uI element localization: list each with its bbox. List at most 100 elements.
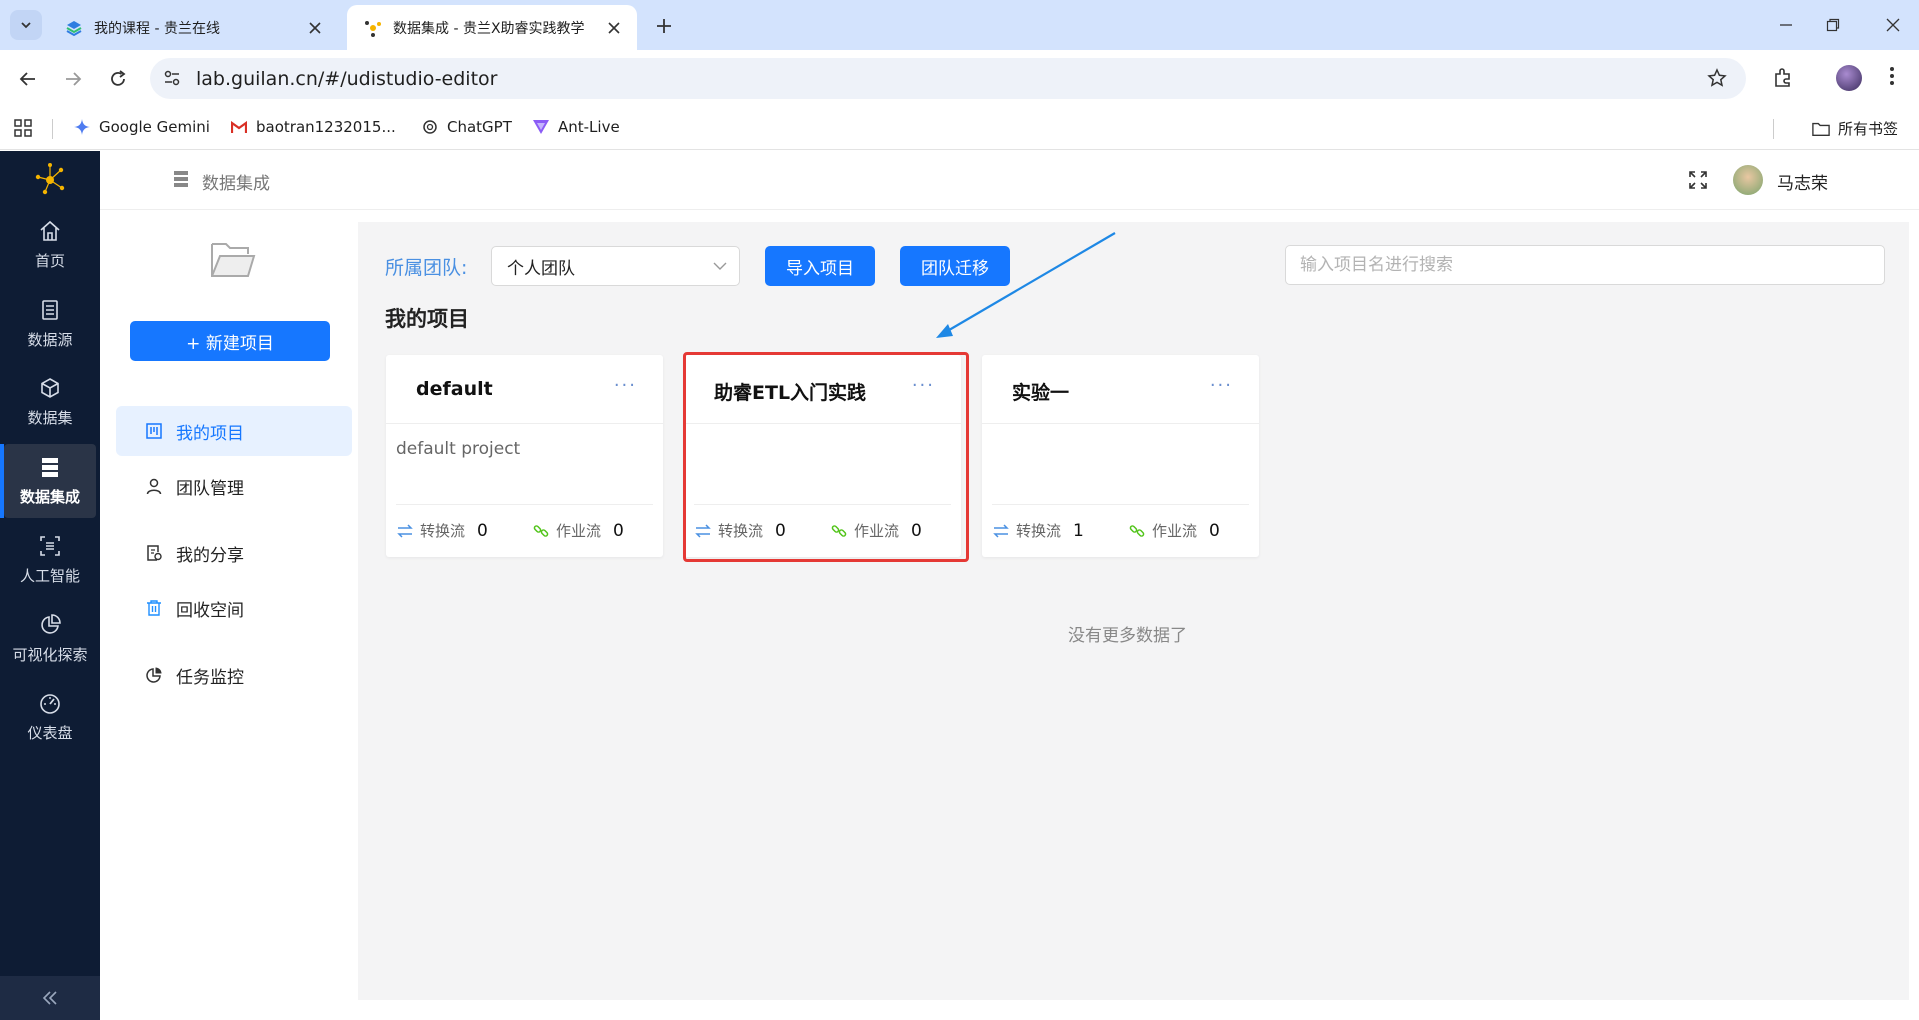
divider (386, 423, 663, 424)
tab-data-integration[interactable]: 数据集成 - 贵兰X助睿实践教学 (347, 5, 637, 50)
extensions-icon[interactable] (1772, 67, 1794, 89)
chart-pie-icon (38, 613, 62, 637)
site-info-icon[interactable] (163, 69, 181, 87)
all-bookmarks-label: 所有书签 (1838, 120, 1899, 138)
minimize-button[interactable] (1766, 10, 1806, 40)
search-input[interactable] (1285, 245, 1885, 285)
all-bookmarks[interactable]: 所有书签 (1812, 118, 1898, 139)
stat-label: 作业流 (556, 522, 602, 540)
swap-icon (992, 522, 1010, 540)
app-header: 数据集成 马志荣 (100, 151, 1919, 210)
divider (396, 504, 653, 505)
menu-item-recycle-bin[interactable]: 回收空间 (116, 583, 352, 633)
project-card-experiment-1[interactable]: 实验一 ··· 转换流 1 作业流 0 (982, 355, 1259, 557)
apps-grid-icon[interactable] (14, 119, 32, 137)
cube-icon (38, 376, 62, 400)
sidebar-item-label: 仪表盘 (27, 724, 73, 742)
menu-item-my-shares[interactable]: 我的分享 (116, 528, 352, 578)
bookmarks-bar: Google Gemini baotran1232015... ChatGPT … (0, 107, 1919, 150)
arrow-right-icon (66, 72, 82, 86)
dashboard-icon (38, 691, 62, 715)
sidebar-collapse-button[interactable] (0, 976, 100, 1020)
sidebar-item-data-integration[interactable]: 数据集成 (0, 444, 96, 518)
sidebar-item-ai[interactable]: 人工智能 (4, 523, 96, 597)
forward-button[interactable] (56, 62, 90, 96)
home-icon (38, 219, 62, 243)
more-horizontal-icon[interactable]: ··· (614, 375, 637, 396)
stat-label: 转换流 (420, 522, 466, 540)
bookmark-ant-live[interactable]: Ant-Live (532, 118, 620, 136)
transform-stat: 转换流 1 (992, 520, 1084, 541)
divider (982, 423, 1259, 424)
url-text[interactable]: lab.guilan.cn/#/udistudio-editor (196, 68, 497, 90)
bookmark-gmail[interactable]: baotran1232015... (230, 118, 396, 136)
chevron-down-icon (713, 262, 727, 270)
sidebar-item-label: 数据源 (27, 331, 73, 349)
menu-item-team-management[interactable]: 团队管理 (116, 461, 352, 511)
close-icon[interactable] (304, 17, 326, 39)
new-tab-button[interactable] (650, 12, 678, 40)
sidebar-item-dataset[interactable]: 数据集 (4, 365, 96, 439)
team-select-value: 个人团队 (507, 258, 575, 279)
trash-icon (145, 599, 163, 617)
bookmark-star-icon[interactable] (1707, 68, 1727, 88)
sidebar-item-home[interactable]: 首页 (4, 208, 96, 282)
close-icon (1886, 18, 1900, 32)
menu-item-task-monitor[interactable]: 任务监控 (116, 650, 352, 700)
stat-value: 1 (1073, 520, 1084, 541)
folder-open-icon (210, 238, 256, 278)
fullscreen-icon[interactable] (1689, 171, 1707, 189)
user-icon (145, 477, 163, 495)
project-name: default (416, 378, 493, 400)
import-project-button[interactable]: 导入项目 (765, 246, 875, 286)
profile-avatar[interactable] (1836, 65, 1862, 91)
menu-item-my-projects[interactable]: 我的项目 (116, 406, 352, 456)
reload-button[interactable] (101, 62, 135, 96)
sidebar-item-label: 数据集 (27, 409, 73, 427)
team-select[interactable]: 个人团队 (491, 246, 740, 286)
tab-my-courses[interactable]: 我的课程 - 贵兰在线 (48, 5, 338, 50)
highlight-box (683, 352, 969, 562)
back-button[interactable] (11, 62, 45, 96)
sidebar-item-label: 可视化探索 (12, 646, 88, 664)
app-sidebar: 首页 数据源 数据集 数据集成 人工智能 可视化探索 仪表盘 (0, 151, 100, 1020)
project-description: default project (396, 439, 521, 459)
sidebar-item-label: 首页 (34, 252, 65, 270)
user-name[interactable]: 马志荣 (1777, 169, 1828, 194)
project-name: 实验一 (1012, 382, 1070, 404)
server-icon (174, 171, 188, 187)
new-project-button[interactable]: + 新建项目 (130, 321, 330, 361)
app-logo[interactable] (32, 161, 68, 197)
close-icon[interactable] (603, 17, 625, 39)
stat-value: 0 (613, 520, 624, 541)
restore-button[interactable] (1813, 10, 1853, 40)
bookmark-label: ChatGPT (447, 118, 512, 136)
project-nav-panel: + 新建项目 我的项目 团队管理 我的分享 回收空间 任务监控 (100, 210, 358, 1020)
close-window-button[interactable] (1873, 10, 1913, 40)
job-stat: 作业流 0 (532, 520, 624, 541)
annotation-arrow (936, 232, 1116, 338)
ai-icon (38, 534, 62, 558)
project-list-area: 所属团队: 个人团队 导入项目 团队迁移 我的项目 default ··· de… (358, 222, 1909, 1000)
project-icon (145, 422, 163, 440)
sidebar-item-visual-explore[interactable]: 可视化探索 (4, 602, 96, 676)
more-horizontal-icon[interactable]: ··· (1210, 375, 1233, 396)
link-icon (532, 522, 550, 540)
sidebar-item-label: 数据集成 (19, 488, 80, 506)
bookmark-chatgpt[interactable]: ChatGPT (421, 118, 512, 136)
bookmark-label: Ant-Live (558, 118, 620, 136)
sidebar-item-dashboard[interactable]: 仪表盘 (4, 680, 96, 754)
restore-icon (1826, 18, 1840, 32)
minimize-icon (1780, 24, 1792, 26)
browser-tab-strip: 我的课程 - 贵兰在线 数据集成 - 贵兰X助睿实践教学 (0, 0, 1919, 50)
ant-live-icon (532, 118, 550, 136)
avatar[interactable] (1733, 165, 1763, 195)
gmail-icon (230, 118, 248, 136)
sidebar-item-datasource[interactable]: 数据源 (4, 287, 96, 361)
bookmark-gemini[interactable]: Google Gemini (73, 118, 210, 136)
tab-search-button[interactable] (10, 10, 42, 40)
chevron-down-icon (21, 22, 31, 29)
project-card-default[interactable]: default ··· default project 转换流 0 作业流 0 (386, 355, 663, 557)
more-vert-icon[interactable] (1889, 65, 1895, 87)
swap-icon (396, 522, 414, 540)
